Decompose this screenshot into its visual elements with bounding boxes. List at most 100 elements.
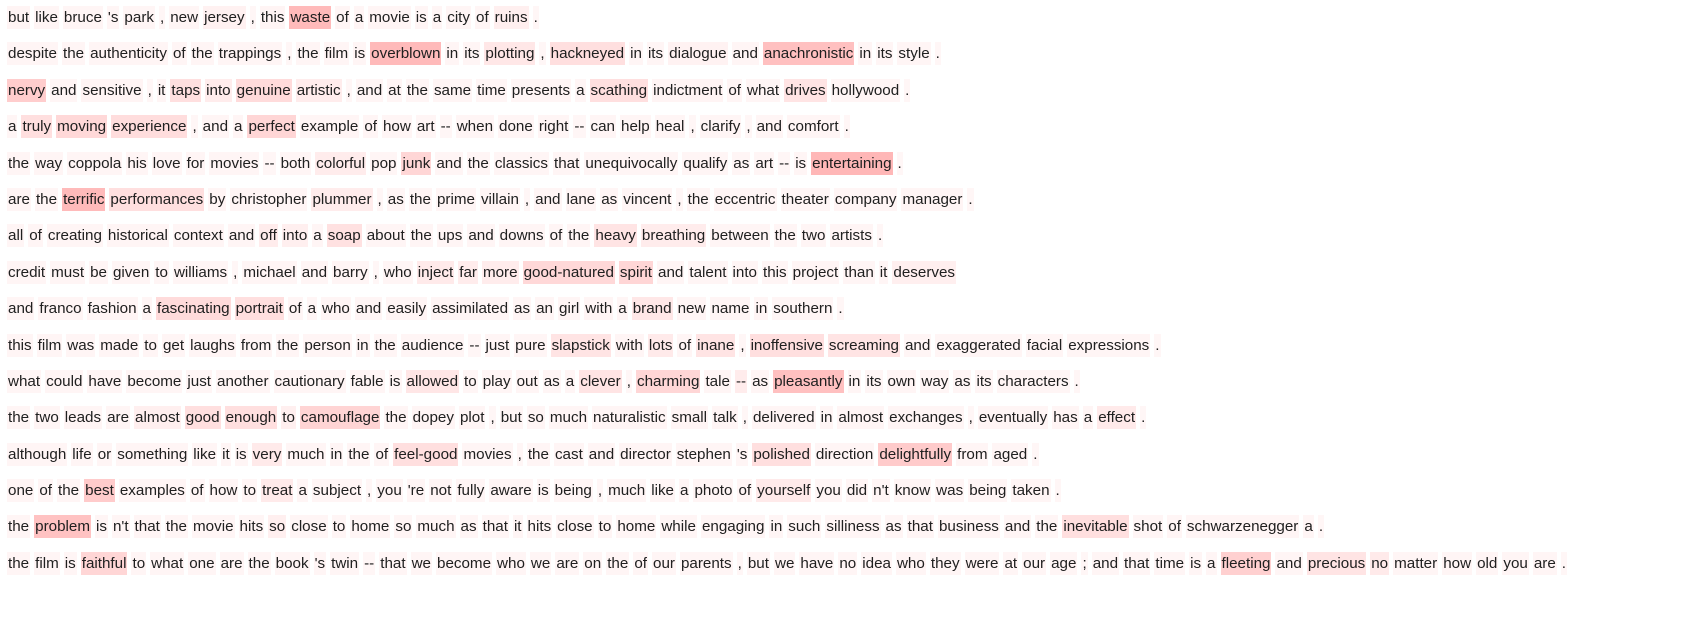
token: small <box>670 406 709 430</box>
token: off <box>259 224 278 248</box>
token: . <box>1032 442 1039 466</box>
token: that <box>379 551 407 575</box>
token: 's <box>106 6 120 29</box>
sentence-row: the way coppola his love for movies -- both color… <box>7 151 1695 188</box>
token: bruce <box>62 6 103 29</box>
token: ups <box>436 224 464 248</box>
token: delightfully <box>878 442 953 466</box>
token: unequivocally <box>584 151 679 175</box>
token: , <box>372 260 379 284</box>
token: characters <box>996 369 1070 393</box>
token: enough <box>224 406 278 430</box>
sentence-row: although life or something like it is very much i… <box>7 442 1695 479</box>
token: good-natured <box>522 260 615 284</box>
token: indictment <box>652 78 724 102</box>
token: the <box>276 333 300 357</box>
token: of <box>737 479 753 503</box>
sentence-row: despite the authenticity of the trappings, the… <box>7 42 1695 78</box>
token: hits <box>238 515 265 539</box>
token: . <box>532 6 539 29</box>
token: must <box>50 260 86 284</box>
token: one <box>188 551 216 575</box>
token: waste <box>289 6 332 29</box>
token: artists <box>830 224 873 248</box>
token: shot <box>1132 515 1164 539</box>
token: have <box>799 551 835 575</box>
token: film <box>323 42 350 66</box>
token: charming <box>635 369 701 393</box>
token: deserves <box>892 260 957 284</box>
token: williams <box>172 260 229 284</box>
token: cautionary <box>273 369 346 393</box>
token: and <box>300 260 329 284</box>
token: by <box>208 187 227 211</box>
token: so <box>394 515 413 539</box>
token: his <box>126 151 148 175</box>
token: . <box>1560 551 1568 575</box>
token: a <box>617 297 628 321</box>
token: historical <box>106 224 169 248</box>
token: as <box>459 515 478 539</box>
token: and <box>534 187 562 211</box>
token: hollywood <box>830 78 901 102</box>
token: , <box>249 6 256 29</box>
token: as <box>953 369 972 393</box>
token: in <box>329 442 344 466</box>
token: -- <box>468 333 481 357</box>
token: are <box>555 551 580 575</box>
token: stephen <box>675 442 732 466</box>
token: of <box>1167 515 1182 539</box>
sentence-row: the film is faithful to what one are the book's tw… <box>7 551 1695 588</box>
token: such <box>787 515 822 539</box>
token: hackneyed <box>549 42 626 66</box>
token: as <box>542 369 561 393</box>
token: into <box>731 260 758 284</box>
token: but <box>499 406 523 430</box>
token: two <box>34 406 60 430</box>
token: fable <box>349 369 385 393</box>
token: brand <box>631 297 673 321</box>
sentence-row: are the terrific performances by christopher p… <box>7 187 1695 224</box>
token: we <box>773 551 796 575</box>
token: heavy <box>594 224 637 248</box>
token: close <box>290 515 328 539</box>
token: is <box>234 442 248 466</box>
token: park <box>123 6 155 29</box>
token: inevitable <box>1062 515 1129 539</box>
token: the <box>409 224 433 248</box>
token: . <box>1073 369 1080 393</box>
token: become <box>126 369 183 393</box>
token: like <box>34 6 59 29</box>
token: breathing <box>640 224 707 248</box>
token: the <box>526 442 550 466</box>
token: is <box>1189 551 1203 575</box>
token: for <box>185 151 206 175</box>
token: good <box>184 406 221 430</box>
token: of <box>677 333 693 357</box>
token: , <box>736 551 743 575</box>
token: at <box>1003 551 1019 575</box>
token: pop <box>370 151 398 175</box>
token: eventually <box>977 406 1049 430</box>
token: of <box>38 479 54 503</box>
token: of <box>374 442 390 466</box>
token: , <box>232 260 239 284</box>
token: exchanges <box>888 406 964 430</box>
token: become <box>436 551 493 575</box>
token: downs <box>498 224 545 248</box>
token: time <box>1154 551 1186 575</box>
sentence-row: but like bruce's park, new jersey, this waste of… <box>7 6 1695 42</box>
token: easily <box>386 297 428 321</box>
token: our <box>652 551 676 575</box>
token: 's <box>735 442 749 466</box>
token: . <box>934 42 941 66</box>
token: just <box>186 369 213 393</box>
token: of <box>335 6 350 29</box>
token: and <box>435 151 463 175</box>
token: home <box>616 515 657 539</box>
token: inoffensive <box>749 333 824 357</box>
token: n't <box>872 479 890 503</box>
token: classics <box>493 151 549 175</box>
token: what <box>746 78 781 102</box>
token: lots <box>647 333 674 357</box>
